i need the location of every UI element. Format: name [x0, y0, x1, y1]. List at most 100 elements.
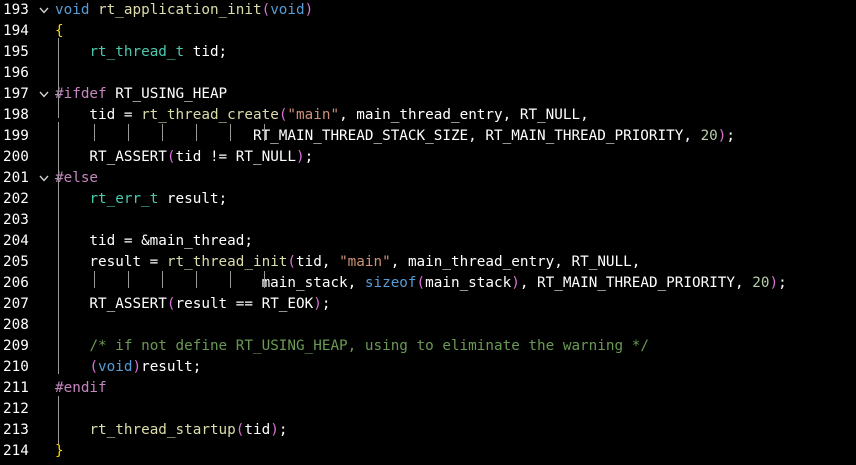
code-token: result;	[158, 191, 228, 207]
indent-guide	[128, 271, 129, 288]
code-text: RT_MAIN_THREAD_STACK_SIZE, RT_MAIN_THREA…	[55, 126, 735, 147]
indent-guide	[58, 396, 59, 444]
code-token: ;	[304, 149, 314, 165]
code-line[interactable]: 196	[0, 63, 856, 84]
indent-guide	[230, 124, 231, 141]
code-token: )	[270, 422, 279, 438]
code-token: , RT_MAIN_THREAD_PRIORITY,	[519, 275, 753, 291]
code-line[interactable]: 203	[0, 210, 856, 231]
line-number: 204	[3, 233, 29, 249]
line-number: 211	[3, 380, 29, 396]
code-token: )	[132, 359, 142, 375]
code-line[interactable]: 198 tid = rt_thread_create("main", main_…	[0, 105, 856, 126]
code-text: void rt_application_init(void)	[55, 0, 313, 21]
code-token: void	[55, 2, 90, 18]
code-token: )	[296, 149, 305, 165]
code-token: )	[304, 2, 314, 18]
code-token: rt_thread_t	[89, 44, 185, 60]
line-number: 212	[3, 401, 29, 417]
code-text: /* if not define RT_USING_HEAP, using to…	[55, 336, 649, 357]
indent-guide	[230, 271, 231, 288]
code-token: (	[416, 275, 426, 291]
code-line[interactable]: 207 RT_ASSERT(result == RT_EOK);	[0, 294, 856, 315]
line-number: 195	[3, 44, 29, 60]
code-line[interactable]: 200 RT_ASSERT(tid != RT_NULL);	[0, 147, 856, 168]
code-token: (	[166, 149, 176, 165]
indent-guide	[264, 124, 265, 141]
code-token: #endif	[55, 380, 107, 396]
code-line[interactable]: 213 rt_thread_startup(tid);	[0, 420, 856, 441]
code-line[interactable]: 195 rt_thread_t tid;	[0, 42, 856, 63]
code-line[interactable]: 204 tid = &main_thread;	[0, 231, 856, 252]
line-number: 202	[3, 191, 29, 207]
line-number: 201	[3, 170, 29, 186]
code-text: rt_err_t result;	[55, 189, 227, 210]
code-token: 20	[700, 128, 718, 144]
code-line[interactable]: 193 void rt_application_init(void)	[0, 0, 856, 21]
code-text: (void)result;	[55, 357, 201, 378]
indent-guide	[162, 271, 163, 288]
code-token: )	[511, 275, 520, 291]
code-token: tid = &main_thread;	[55, 233, 253, 249]
code-token: ;	[726, 128, 735, 144]
code-token: "main"	[339, 254, 391, 270]
code-text: rt_thread_startup(tid);	[55, 420, 287, 441]
line-number: 205	[3, 254, 29, 270]
code-token: tid,	[296, 254, 340, 270]
line-number: 208	[3, 317, 29, 333]
code-text: #ifdef RT_USING_HEAP	[55, 84, 227, 105]
code-line[interactable]: 209 /* if not define RT_USING_HEAP, usin…	[0, 336, 856, 357]
code-token: result =	[55, 254, 167, 270]
code-token: ;	[278, 422, 288, 438]
code-line[interactable]: 205 result = rt_thread_init(tid, "main",…	[0, 252, 856, 273]
code-line[interactable]: 210 (void)result;	[0, 357, 856, 378]
line-number: 213	[3, 422, 29, 438]
code-token: ;	[321, 296, 331, 312]
code-token: }	[55, 443, 64, 459]
code-line[interactable]: 208	[0, 315, 856, 336]
code-token: void	[98, 359, 133, 375]
code-token: result == RT_EOK	[175, 296, 314, 312]
line-number: 193	[3, 2, 29, 18]
indent-guide	[162, 124, 163, 141]
code-token: RT_ASSERT	[55, 296, 167, 312]
code-token: )	[313, 296, 322, 312]
code-token: 20	[752, 275, 770, 291]
code-text: tid = &main_thread;	[55, 231, 253, 252]
indent-guide	[264, 271, 265, 288]
code-text: #else	[55, 168, 98, 189]
code-text: {	[55, 21, 64, 42]
indent-guide	[196, 271, 197, 288]
code-text: #endif	[55, 378, 107, 399]
code-token: result;	[141, 359, 202, 375]
code-token: (	[261, 2, 271, 18]
indent-guide	[58, 122, 59, 206]
code-token: RT_MAIN_THREAD_STACK_SIZE, RT_MAIN_THREA…	[55, 128, 701, 144]
code-editor[interactable]: 193 void rt_application_init(void) 194{195…	[0, 0, 856, 465]
code-line[interactable]: 201 #else	[0, 168, 856, 189]
code-token: tid;	[184, 44, 228, 60]
code-line[interactable]: 197 #ifdef RT_USING_HEAP	[0, 84, 856, 105]
code-text: rt_thread_t tid;	[55, 42, 227, 63]
code-token: #ifdef	[55, 86, 107, 102]
code-line[interactable]: 194 {	[0, 21, 856, 42]
code-text: }	[55, 441, 64, 462]
code-text: RT_ASSERT(result == RT_EOK);	[55, 294, 330, 315]
code-token: void	[270, 2, 305, 18]
line-number: 210	[3, 359, 29, 375]
code-token: rt_application_init	[98, 2, 262, 18]
line-number: 206	[3, 275, 29, 291]
code-line[interactable]: 202 rt_err_t result;	[0, 189, 856, 210]
line-number: 209	[3, 338, 29, 354]
code-line[interactable]: 214}	[0, 441, 856, 462]
code-line[interactable]: 212	[0, 399, 856, 420]
code-token: (	[89, 359, 99, 375]
indent-guide	[128, 124, 129, 141]
code-token: /* if not define RT_USING_HEAP, using to…	[89, 338, 649, 354]
indent-guide	[94, 124, 95, 141]
code-token: tid =	[55, 107, 142, 123]
code-line[interactable]: 211 #endif	[0, 378, 856, 399]
